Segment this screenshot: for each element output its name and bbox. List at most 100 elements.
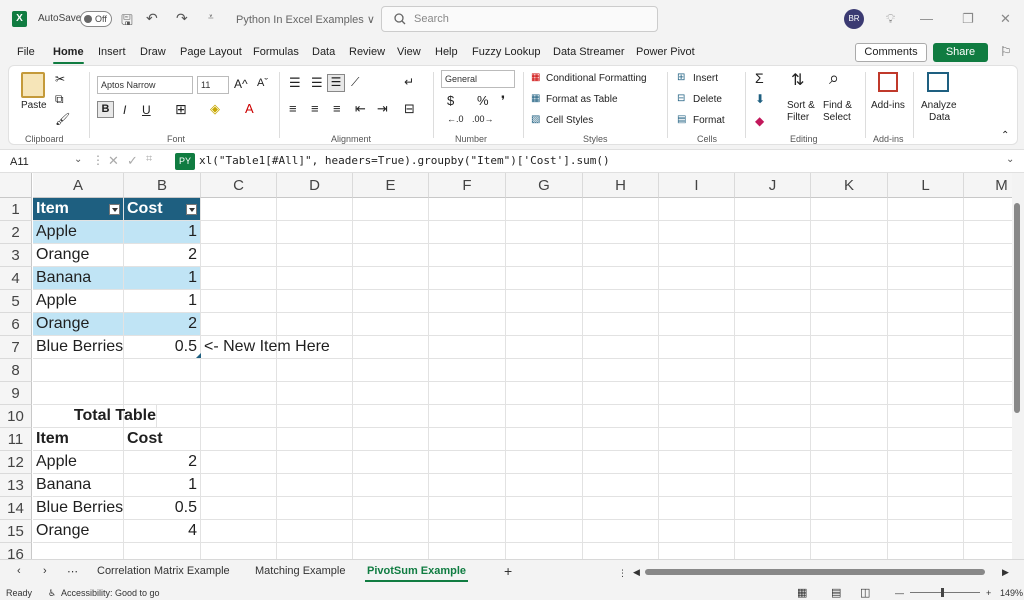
lightbulb-icon[interactable]: 💡︎ <box>886 11 895 27</box>
cell[interactable] <box>811 359 888 382</box>
cell[interactable] <box>429 428 506 451</box>
column-header[interactable]: B <box>124 173 201 198</box>
cell[interactable] <box>659 405 735 428</box>
comments-button[interactable]: Comments <box>855 43 927 62</box>
column-header[interactable]: D <box>277 173 353 198</box>
cell[interactable] <box>277 474 353 497</box>
increase-font-icon[interactable]: A^ <box>234 77 248 91</box>
cell[interactable] <box>506 405 583 428</box>
clear-icon[interactable]: ◆ <box>755 114 764 128</box>
cell[interactable] <box>506 497 583 520</box>
cell[interactable] <box>506 474 583 497</box>
cell[interactable] <box>659 336 735 359</box>
fill-color-icon[interactable]: ◈ <box>210 101 220 117</box>
tab-page-layout[interactable]: Page Layout <box>180 46 242 58</box>
cell[interactable] <box>429 520 506 543</box>
cell[interactable] <box>201 267 277 290</box>
cell[interactable] <box>583 474 659 497</box>
cell[interactable] <box>659 290 735 313</box>
sheet-tab-pivotsum[interactable]: PivotSum Example <box>364 565 469 582</box>
cell[interactable] <box>811 336 888 359</box>
cell[interactable] <box>429 497 506 520</box>
cell[interactable] <box>888 543 964 559</box>
row-header[interactable]: 12 <box>0 451 32 474</box>
cell[interactable] <box>888 520 964 543</box>
table-header-cost[interactable]: Cost <box>124 198 201 221</box>
cell[interactable] <box>811 497 888 520</box>
column-header[interactable]: K <box>811 173 888 198</box>
cell[interactable] <box>429 267 506 290</box>
table-row-item[interactable]: Apple <box>33 290 124 313</box>
next-sheet-icon[interactable]: › <box>43 565 47 577</box>
total-row-cost[interactable]: 4 <box>124 520 201 543</box>
cell[interactable] <box>429 313 506 336</box>
align-right-icon[interactable]: ≡ <box>333 101 341 116</box>
cell[interactable] <box>506 336 583 359</box>
cell[interactable] <box>735 405 811 428</box>
zoom-slider-thumb[interactable] <box>941 588 944 597</box>
cell[interactable] <box>353 290 429 313</box>
table-row-item[interactable]: Blue Berries <box>33 336 124 359</box>
total-row-item[interactable]: Apple <box>33 451 124 474</box>
python-badge[interactable]: PY <box>175 153 195 170</box>
cell[interactable] <box>201 244 277 267</box>
cell[interactable] <box>429 290 506 313</box>
table-row-cost[interactable]: 2 <box>124 244 201 267</box>
cell[interactable] <box>429 451 506 474</box>
cell[interactable] <box>201 474 277 497</box>
decrease-font-icon[interactable]: Aˇ <box>257 77 268 89</box>
cell[interactable] <box>201 428 277 451</box>
avatar[interactable]: BR <box>844 9 864 29</box>
cell[interactable] <box>659 497 735 520</box>
cell[interactable] <box>429 336 506 359</box>
cell[interactable] <box>811 543 888 559</box>
tab-home[interactable]: Home <box>53 46 84 64</box>
align-bottom-icon[interactable]: ☰ <box>327 74 345 92</box>
cell[interactable] <box>124 543 201 559</box>
wrap-text-icon[interactable]: ↵ <box>404 75 414 89</box>
row-header[interactable]: 2 <box>0 221 32 244</box>
cell[interactable] <box>659 474 735 497</box>
format-painter-icon[interactable]: 🖌︎ <box>55 112 70 126</box>
cell[interactable] <box>506 543 583 559</box>
format-as-table-button[interactable]: Format as Table <box>546 94 618 105</box>
row-header[interactable]: 7 <box>0 336 32 359</box>
vertical-scroll-thumb[interactable] <box>1014 203 1020 413</box>
normal-view-icon[interactable]: ▦ <box>797 586 807 599</box>
row-header[interactable]: 9 <box>0 382 32 405</box>
cell[interactable] <box>33 543 124 559</box>
number-format-select[interactable]: General <box>441 70 515 88</box>
zoom-level[interactable]: 149% <box>1000 588 1023 598</box>
cell[interactable] <box>888 244 964 267</box>
expand-formula-icon[interactable]: ⌄ <box>1006 154 1014 165</box>
more-options-icon[interactable]: ⋮ <box>92 153 104 167</box>
horizontal-scroll-thumb[interactable] <box>645 569 985 575</box>
cell[interactable] <box>888 382 964 405</box>
cell[interactable] <box>583 359 659 382</box>
cell[interactable] <box>583 313 659 336</box>
column-header[interactable]: J <box>735 173 811 198</box>
row-header[interactable]: 8 <box>0 359 32 382</box>
tab-review[interactable]: Review <box>349 46 385 58</box>
cell[interactable] <box>429 198 506 221</box>
cell[interactable] <box>811 405 888 428</box>
row-header[interactable]: 3 <box>0 244 32 267</box>
borders-icon[interactable]: ⊞ <box>175 101 187 118</box>
cell[interactable] <box>506 313 583 336</box>
copy-icon[interactable]: ⧉ <box>55 92 64 107</box>
cell[interactable] <box>659 244 735 267</box>
scroll-left-icon[interactable]: ◀ <box>633 567 640 578</box>
cell[interactable] <box>659 267 735 290</box>
minimize-icon[interactable]: — <box>920 11 933 26</box>
customize-toolbar-icon[interactable]: ⩡ <box>208 12 214 23</box>
decrease-decimal-icon[interactable]: .00→ <box>472 114 494 124</box>
cell[interactable] <box>353 543 429 559</box>
cell[interactable] <box>735 359 811 382</box>
cell[interactable] <box>353 474 429 497</box>
search-box[interactable]: Search <box>381 6 658 32</box>
cell[interactable] <box>735 290 811 313</box>
cell[interactable] <box>735 244 811 267</box>
save-icon[interactable]: 🖫 <box>121 10 133 34</box>
find-select-label-2[interactable]: Select <box>823 112 851 123</box>
cell[interactable] <box>201 313 277 336</box>
